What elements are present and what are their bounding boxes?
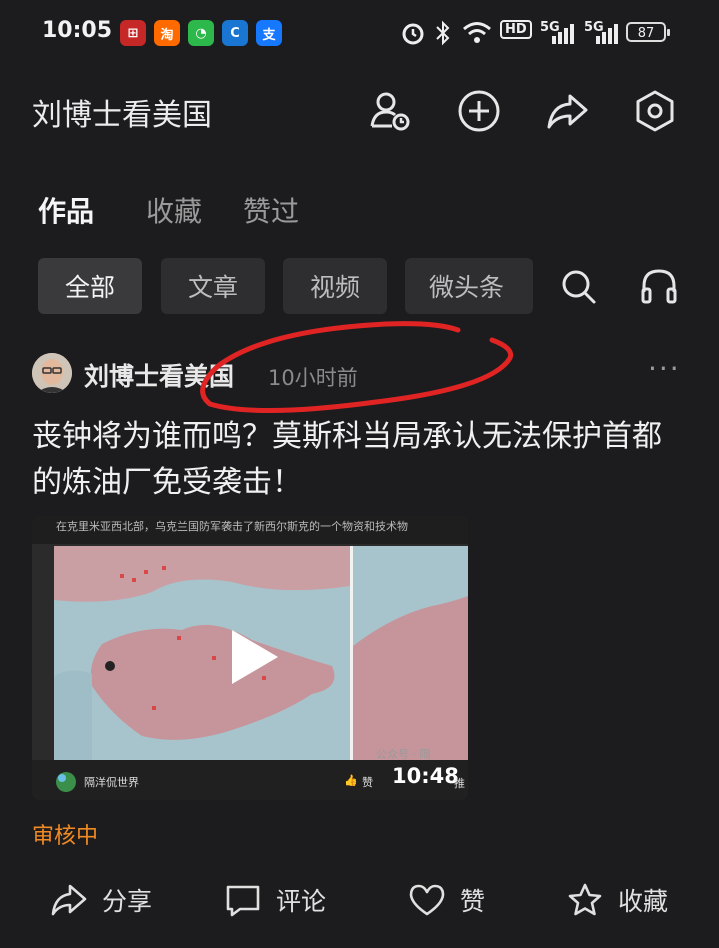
comment-label: 评论 [276,887,327,916]
review-status: 审核中 [32,824,99,849]
like-label: 赞 [460,887,486,916]
share-action[interactable]: 分享 [50,882,152,918]
heart-icon [409,884,445,916]
comment-action[interactable]: 评论 [224,882,326,918]
filter-videos[interactable]: 视频 [283,258,387,314]
bluetooth-icon [436,20,450,46]
more-options-icon[interactable]: ··· [648,352,681,385]
avatar[interactable] [32,353,72,393]
browser-icon: C [222,20,248,46]
favorite-action[interactable]: 收藏 [566,882,668,918]
taobao-icon: 淘 [154,20,180,46]
headphones-icon[interactable] [640,266,678,306]
video-recommend-label: 推 [454,777,465,790]
page-title: 刘博士看美国 [32,98,212,133]
search-icon[interactable] [560,268,598,306]
app-icon-red: ⊞ [120,20,146,46]
battery-indicator: 87 [626,22,670,42]
alipay-icon: 支 [256,20,282,46]
alarm-icon [402,23,424,45]
filter-all[interactable]: 全部 [38,258,142,314]
filter-articles[interactable]: 文章 [161,258,265,314]
favorite-label: 收藏 [618,887,669,916]
video-duration: 10:48 [392,764,459,788]
tab-liked[interactable]: 赞过 [243,190,299,230]
share-label: 分享 [102,887,153,916]
add-icon[interactable] [456,88,502,134]
wechat-pay-icon: ◔ [188,20,214,46]
share-arrow-icon [51,884,87,916]
video-thumbnail[interactable]: 在克里米亚西北部，乌克兰国防军袭击了新西尔斯克的一个物资和技术物 隔洋侃世界 👍… [32,516,468,800]
signal-bars-1-icon [552,24,574,44]
video-like-icon[interactable]: 👍 [344,774,358,787]
video-watermark: 公众号 · 隔 [376,748,431,761]
signal-bars-2-icon [596,24,618,44]
post-title[interactable]: 丧钟将为谁而鸣？莫斯科当局承认无法保护首都的炼油厂免受袭击！ [32,414,682,506]
comment-icon [226,885,260,917]
hd-badge: HD [500,20,532,39]
star-icon [568,883,602,916]
share-icon[interactable] [544,88,590,134]
red-annotation-ellipse [200,321,514,414]
tab-favorites[interactable]: 收藏 [146,190,202,230]
video-like-label: 赞 [362,776,373,789]
like-action[interactable]: 赞 [408,882,485,918]
status-time: 10:05 [42,18,113,43]
filter-microposts[interactable]: 微头条 [405,258,533,314]
wifi-icon [463,22,491,43]
profile-history-icon[interactable] [366,88,412,134]
tab-works[interactable]: 作品 [38,190,94,230]
video-caption: 在克里米亚西北部，乌克兰国防军袭击了新西尔斯克的一个物资和技术物 [56,520,408,533]
settings-icon[interactable] [632,88,678,134]
video-source: 隔洋侃世界 [84,776,139,789]
